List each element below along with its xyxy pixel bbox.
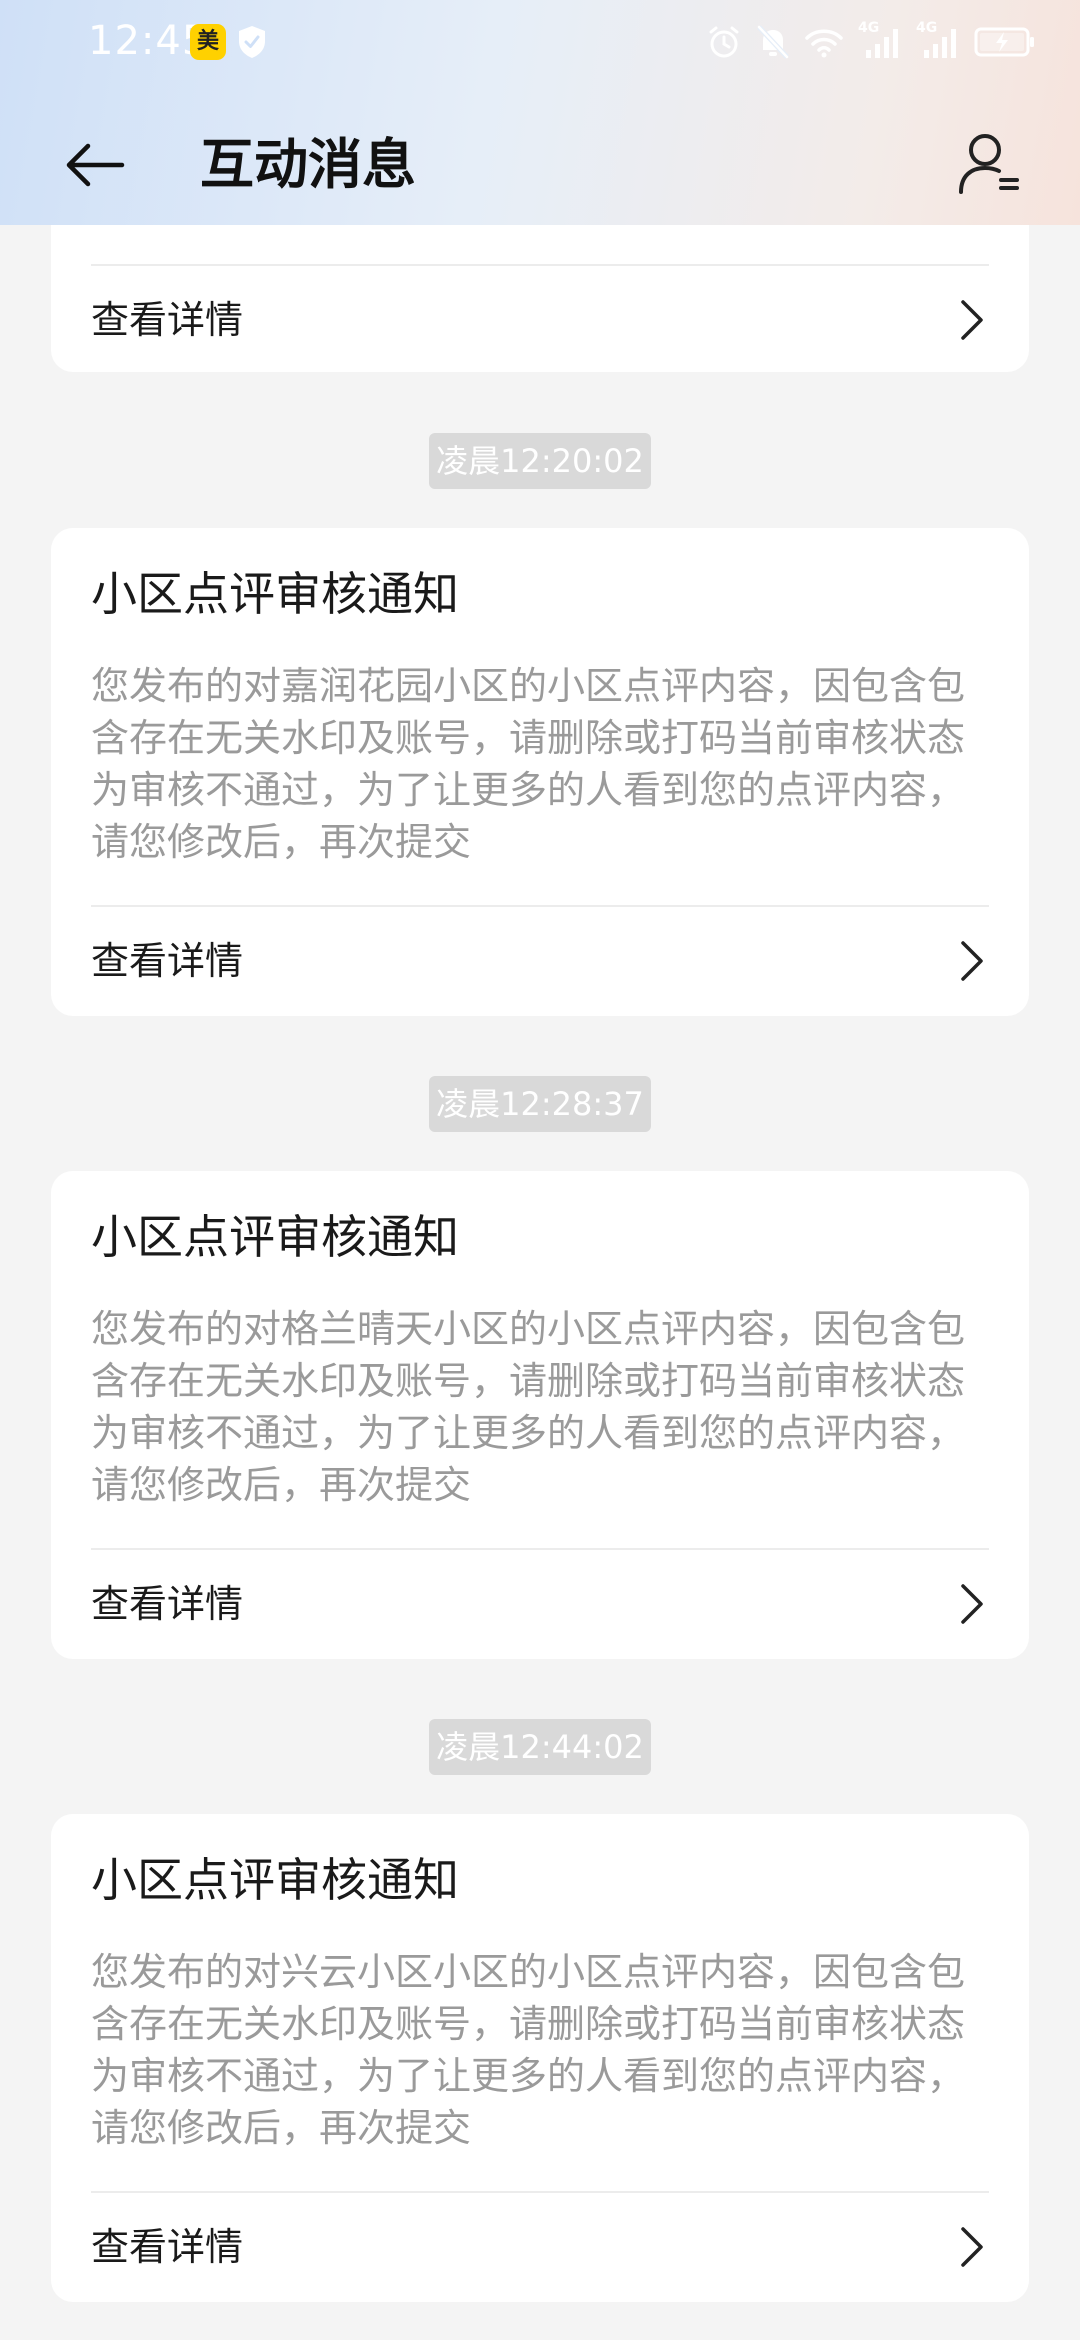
message-list[interactable]: 查看详情 凌晨12:20:02 小区点评审核通知 您发布的对嘉润花园小区的小区点… <box>0 0 1080 2340</box>
view-details-row[interactable]: 查看详情 <box>51 1550 1029 1658</box>
nav-bar: 互动消息 <box>0 110 1080 220</box>
view-details-label: 查看详情 <box>91 2225 244 2269</box>
shield-check-icon <box>239 26 265 58</box>
wifi-icon <box>805 29 843 58</box>
view-details-row[interactable]: 查看详情 <box>51 907 1029 1015</box>
message-card: 小区点评审核通知 您发布的对格兰晴天小区的小区点评内容，因包含包含存在无关水印及… <box>51 1171 1029 1659</box>
signal-strength-1: 4G <box>858 20 902 60</box>
view-details-label: 查看详情 <box>91 939 244 983</box>
mute-bell-icon <box>757 25 789 59</box>
alarm-icon <box>709 26 739 58</box>
view-details-row[interactable]: 查看详情 <box>51 266 1029 374</box>
message-card: 小区点评审核通知 您发布的对嘉润花园小区的小区点评内容，因包含包含存在无关水印及… <box>51 528 1029 1016</box>
message-title: 小区点评审核通知 <box>91 1853 459 1907</box>
message-timestamp: 凌晨12:28:37 <box>429 1076 651 1132</box>
chevron-right-icon <box>961 2227 983 2267</box>
message-body: 您发布的对兴云小区小区的小区点评内容，因包含包含存在无关水印及账号，请删除或打码… <box>91 1950 966 2150</box>
view-details-label: 查看详情 <box>91 1582 244 1626</box>
chevron-right-icon <box>961 941 983 981</box>
profile-button[interactable] <box>952 126 1026 200</box>
status-icons: 4G 4G <box>706 20 1036 62</box>
message-title: 小区点评审核通知 <box>91 1210 459 1264</box>
message-title: 小区点评审核通知 <box>91 567 459 621</box>
message-timestamp: 凌晨12:44:02 <box>429 1719 651 1775</box>
meituan-badge-icon: 美 <box>190 24 226 60</box>
signal-bars-icon <box>924 29 956 58</box>
message-body: 您发布的对格兰晴天小区的小区点评内容，因包含包含存在无关水印及账号，请删除或打码… <box>91 1307 966 1507</box>
view-details-row[interactable]: 查看详情 <box>51 2193 1029 2301</box>
interactive-messages-screen: 查看详情 凌晨12:20:02 小区点评审核通知 您发布的对嘉润花园小区的小区点… <box>0 0 1080 2340</box>
signal-bars-icon <box>866 29 898 58</box>
back-button[interactable] <box>60 130 130 200</box>
user-list-icon <box>959 134 1019 194</box>
app-header: 12:45 美 4G 4G 互动消息 <box>0 0 1080 225</box>
battery-charging-icon <box>974 27 1034 57</box>
chevron-right-icon <box>961 300 983 340</box>
chevron-right-icon <box>961 1584 983 1624</box>
message-timestamp: 凌晨12:20:02 <box>429 433 651 489</box>
view-details-label: 查看详情 <box>91 298 244 342</box>
message-body: 您发布的对嘉润花园小区的小区点评内容，因包含包含存在无关水印及账号，请删除或打码… <box>91 664 966 864</box>
arrow-left-icon <box>66 143 125 187</box>
status-bar: 12:45 美 4G 4G <box>0 0 1080 84</box>
signal-strength-2: 4G <box>916 20 960 60</box>
page-title: 互动消息 <box>200 133 416 196</box>
message-card: 小区点评审核通知 您发布的对兴云小区小区的小区点评内容，因包含包含存在无关水印及… <box>51 1814 1029 2302</box>
